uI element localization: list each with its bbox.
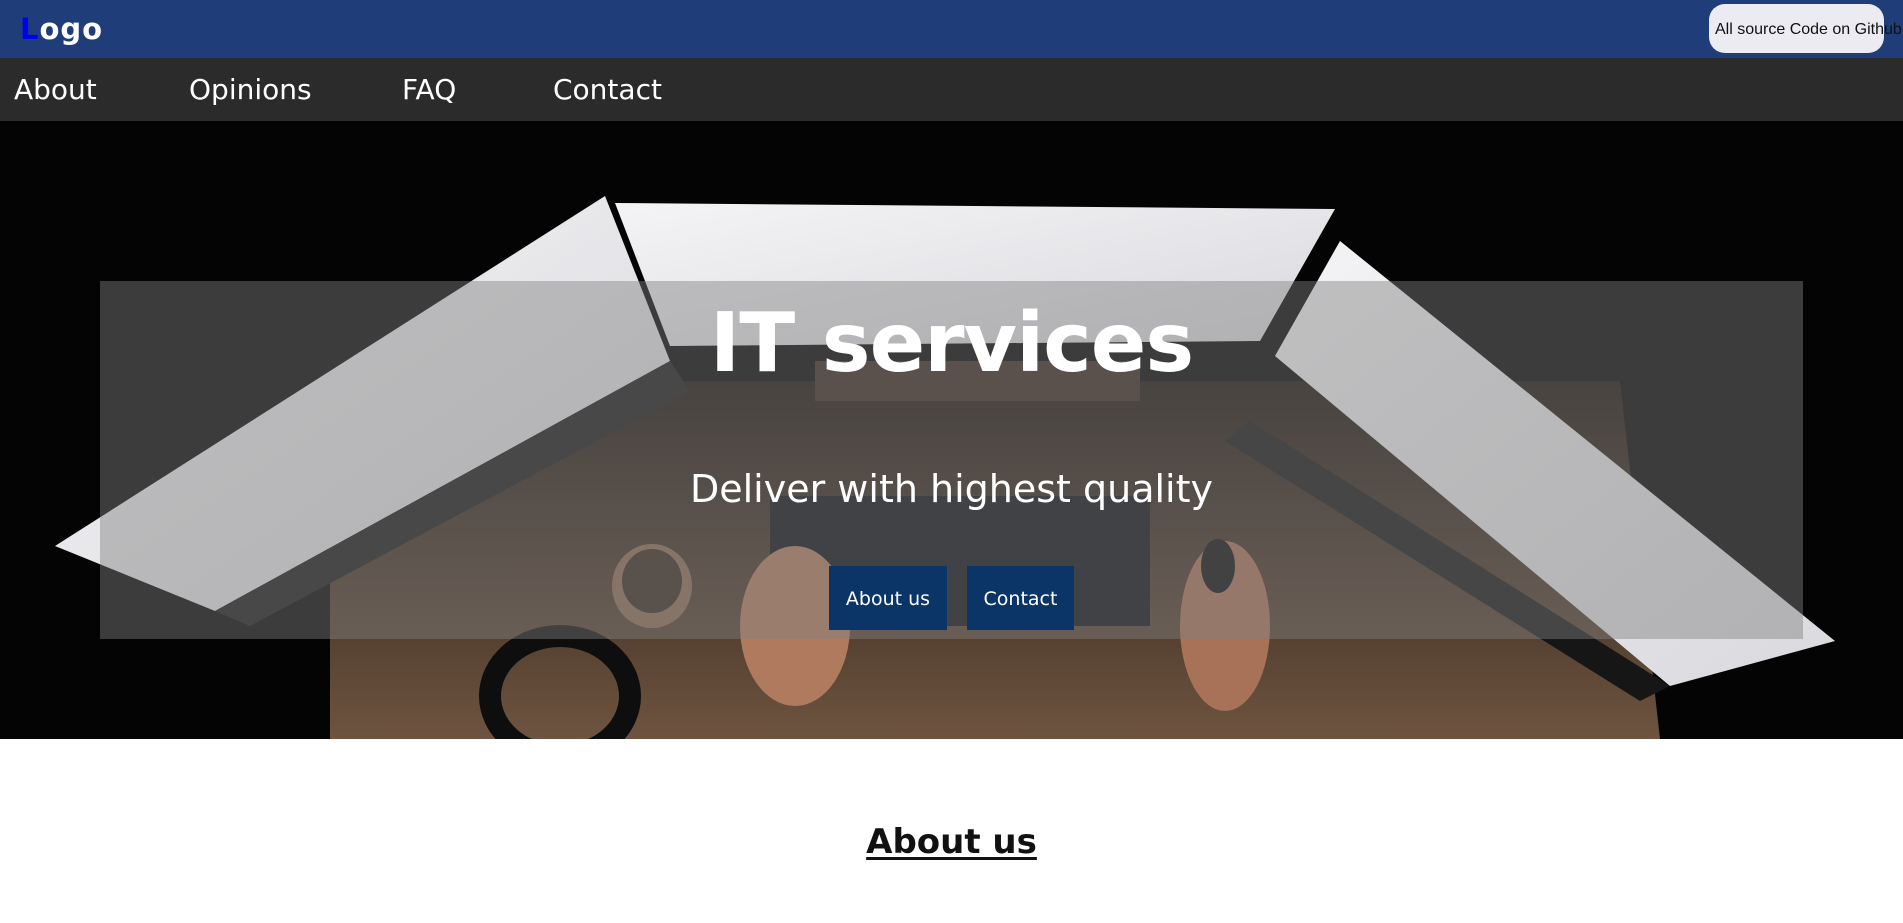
top-header: Logo All source Code on Github — [0, 0, 1903, 58]
about-section: About us — [0, 739, 1903, 923]
logo-text: ogo — [39, 12, 104, 46]
nav-link-faq[interactable]: FAQ — [402, 72, 456, 108]
hero-subtitle: Deliver with highest quality — [689, 467, 1214, 511]
nav-link-opinions[interactable]: Opinions — [189, 72, 312, 108]
logo-first-letter: L — [20, 12, 40, 46]
nav-link-about[interactable]: About — [14, 72, 97, 108]
nav-link-contact[interactable]: Contact — [553, 72, 662, 108]
about-heading-text: About us — [866, 822, 1037, 862]
github-source-button[interactable]: All source Code on Github — [1709, 4, 1902, 53]
hero-section: IT services Deliver with highest quality… — [0, 121, 1903, 739]
about-us-button[interactable]: About us — [829, 566, 947, 630]
contact-button[interactable]: Contact — [967, 566, 1074, 630]
main-nav: About Opinions FAQ Contact — [0, 58, 1903, 121]
logo[interactable]: Logo — [20, 11, 103, 47]
hero-title: IT services — [709, 296, 1194, 391]
about-heading: About us — [0, 820, 1903, 864]
